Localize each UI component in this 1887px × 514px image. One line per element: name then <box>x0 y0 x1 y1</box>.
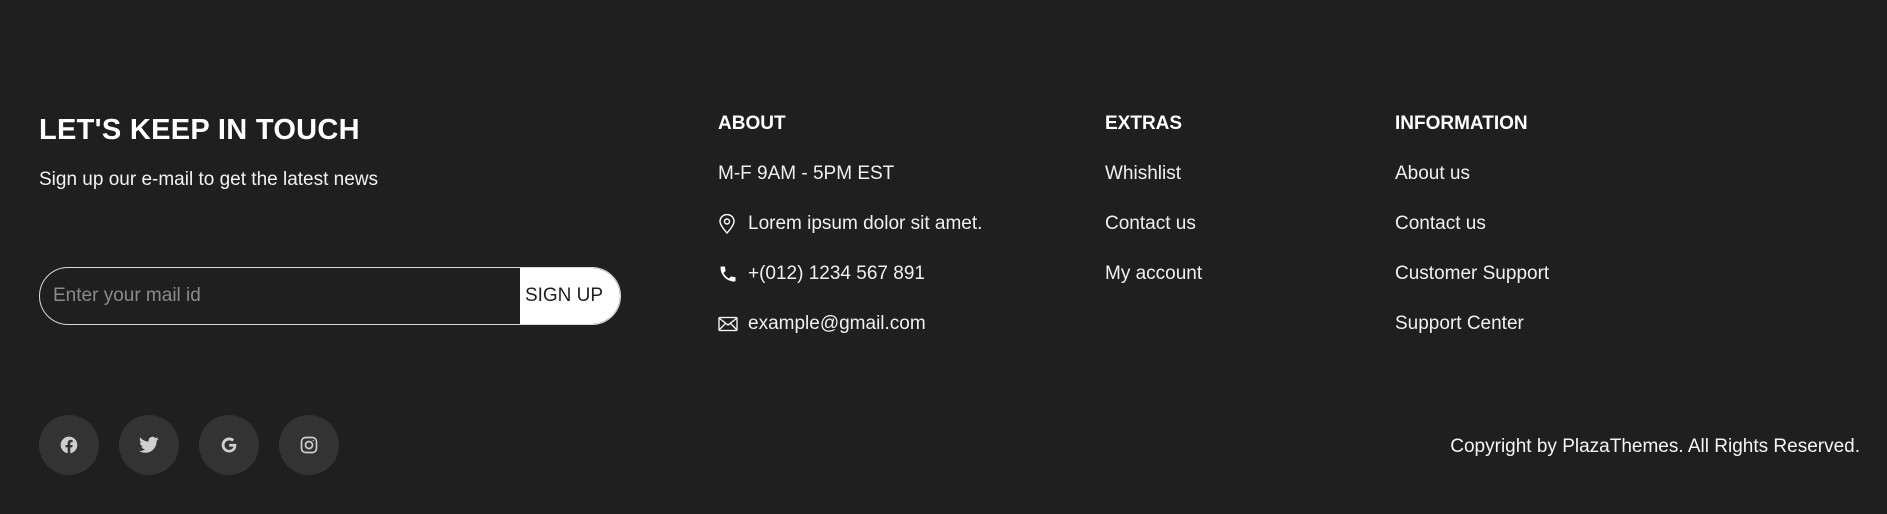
about-hours: M-F 9AM - 5PM EST <box>718 162 982 212</box>
twitter-icon[interactable] <box>119 415 179 475</box>
copyright-text: Copyright by PlazaThemes. All Rights Res… <box>1450 436 1860 457</box>
google-icon[interactable] <box>199 415 259 475</box>
instagram-icon[interactable] <box>279 415 339 475</box>
newsletter-form: SIGN UP <box>39 267 621 325</box>
phone-icon <box>718 262 748 286</box>
about-email-text[interactable]: example@gmail.com <box>748 312 926 336</box>
facebook-icon[interactable] <box>39 415 99 475</box>
newsletter-section: LET'S KEEP IN TOUCH Sign up our e-mail t… <box>39 112 624 325</box>
newsletter-title: LET'S KEEP IN TOUCH <box>39 114 360 146</box>
about-address-text: Lorem ipsum dolor sit amet. <box>748 213 983 234</box>
envelope-icon <box>718 312 748 336</box>
email-input[interactable] <box>40 268 520 324</box>
information-link-customer-support[interactable]: Customer Support <box>1395 262 1549 312</box>
information-column: INFORMATION About us Contact us Customer… <box>1395 113 1549 362</box>
about-hours-text: M-F 9AM - 5PM EST <box>718 163 895 184</box>
about-address: Lorem ipsum dolor sit amet. <box>718 212 982 262</box>
extras-title: EXTRAS <box>1105 113 1183 134</box>
extras-link-contact-us[interactable]: Contact us <box>1105 212 1202 262</box>
about-list: M-F 9AM - 5PM EST Lorem ipsum dolor sit … <box>718 162 982 362</box>
about-phone-text[interactable]: +(012) 1234 567 891 <box>748 262 925 286</box>
extras-list: Whishlist Contact us My account <box>1105 162 1202 312</box>
about-title: ABOUT <box>718 113 786 134</box>
extras-link-my-account[interactable]: My account <box>1105 262 1202 312</box>
information-link-about-us[interactable]: About us <box>1395 162 1549 212</box>
sign-up-button[interactable]: SIGN UP <box>520 268 620 324</box>
information-title: INFORMATION <box>1395 113 1528 134</box>
site-footer: LET'S KEEP IN TOUCH Sign up our e-mail t… <box>0 0 1887 514</box>
newsletter-subtitle: Sign up our e-mail to get the latest new… <box>39 169 379 190</box>
extras-column: EXTRAS Whishlist Contact us My account <box>1105 113 1202 312</box>
extras-link-whishlist[interactable]: Whishlist <box>1105 162 1202 212</box>
about-phone: +(012) 1234 567 891 <box>718 262 982 312</box>
location-pin-icon <box>718 212 748 236</box>
about-column: ABOUT M-F 9AM - 5PM EST Lorem ipsum dolo… <box>718 113 982 362</box>
information-link-contact-us[interactable]: Contact us <box>1395 212 1549 262</box>
about-email: example@gmail.com <box>718 312 982 362</box>
information-list: About us Contact us Customer Support Sup… <box>1395 162 1549 362</box>
information-link-support-center[interactable]: Support Center <box>1395 312 1549 362</box>
social-links <box>39 415 339 475</box>
